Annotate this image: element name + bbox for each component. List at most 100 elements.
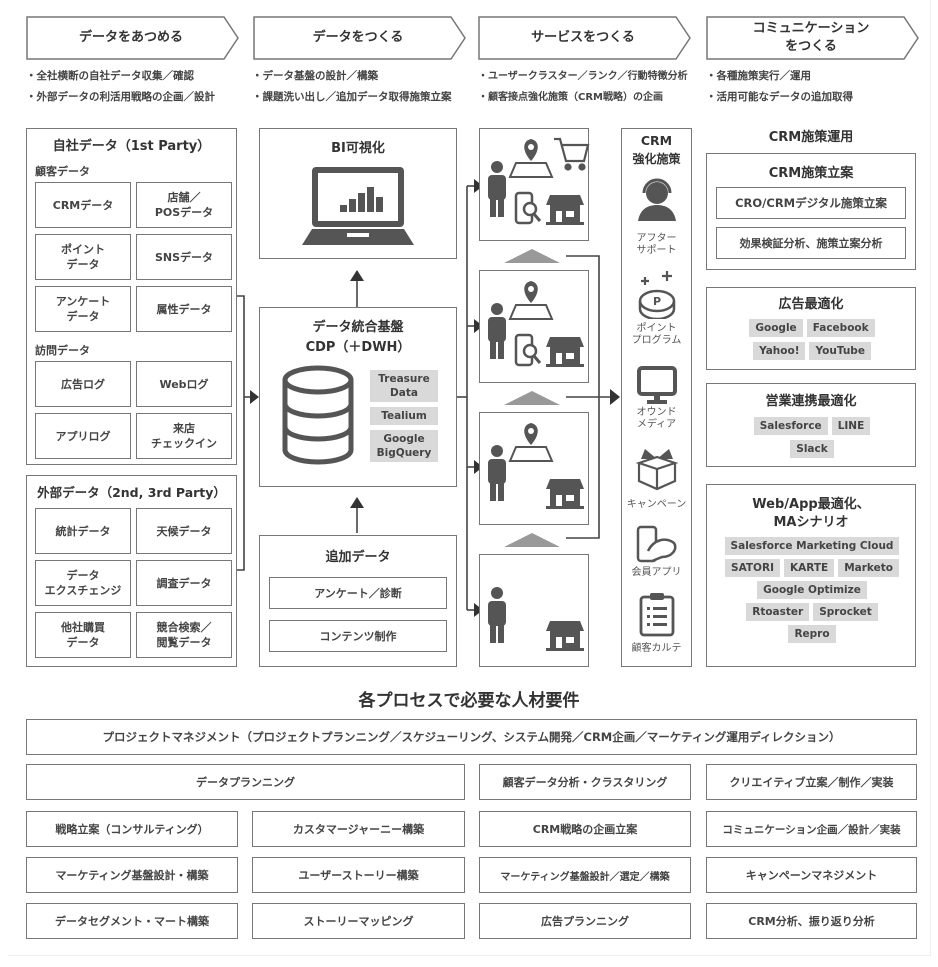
- gift-icon: [635, 449, 679, 491]
- upgrade-triangle: [504, 533, 560, 547]
- requirement-cell: マーケティング基盤設計／選定／構築: [479, 857, 691, 893]
- panel-title: BI可視化: [331, 141, 385, 156]
- additional-data-panel: 追加データ アンケート／診断 コンテンツ制作: [259, 535, 457, 667]
- sales-tags: Salesforce LINE Slack: [717, 414, 907, 460]
- planning-item: CRO/CRMデジタル施策立案: [716, 187, 906, 219]
- data-source-cell: データ エクスチェンジ: [35, 560, 131, 606]
- requirement-project-management: プロジェクトマネジメント（プロジェクトプランニング／スケジューリング、システム開…: [26, 719, 917, 755]
- panel-subtitle: 強化施策: [632, 152, 681, 166]
- sales-optimization-panel: 営業連携最適化 Salesforce LINE Slack: [706, 383, 916, 467]
- service-icons: [488, 587, 584, 651]
- requirement-cell: CRM分析、振り返り分析: [706, 903, 917, 939]
- cart-icon: [554, 137, 590, 171]
- requirement-cell: CRM戦略の企画立案: [479, 811, 691, 847]
- requirement-cell: データセグメント・マート構築: [26, 903, 238, 939]
- crm-initiatives-panel: CRM 強化施策 アフター サポート P ポイント プログラム オウンド メディ…: [621, 128, 692, 667]
- requirements-title: 各プロセスで必要な人材要件: [358, 691, 580, 711]
- data-source-cell: 他社購買 データ: [35, 612, 131, 658]
- platform-tag: Salesforce: [753, 417, 828, 435]
- tool-tag: Tealium: [370, 407, 438, 425]
- data-source-cell: SNSデータ: [136, 234, 232, 280]
- ad-optimization-panel: 広告最適化 Google Facebook Yahoo! YouTube: [706, 287, 916, 370]
- platform-tag: Rtoaster: [746, 603, 810, 621]
- crm-item-label: アフター サポート: [636, 233, 677, 256]
- service-stage-1: [479, 554, 589, 667]
- store-icon: [546, 621, 584, 651]
- requirement-cell: 顧客データ分析・クラスタリング: [479, 764, 691, 800]
- member-app-icon: [636, 525, 677, 563]
- monitor-icon: [637, 366, 677, 404]
- data-source-cell: 競合検索／ 閲覧データ: [136, 612, 232, 658]
- web-app-optimization-panel: Web/App最適化、 MAシナリオ Salesforce Marketing …: [706, 484, 916, 667]
- planning-item: 効果検証分析、施策立案分析: [716, 227, 906, 259]
- requirement-cell: マーケティング基盤設計・構築: [26, 857, 238, 893]
- data-source-cell: ポイント データ: [35, 234, 131, 280]
- requirement-cell: 広告プランニング: [479, 903, 691, 939]
- store-icon: [546, 479, 584, 509]
- data-source-cell: 広告ログ: [35, 361, 131, 407]
- requirement-cell: 戦略立案（コンサルティング）: [26, 811, 238, 847]
- data-source-cell: CRMデータ: [35, 182, 131, 228]
- store-icon: [546, 337, 584, 367]
- external-data-panel: 外部データ（2nd, 3rd Party） 統計データ 天候データ データ エク…: [26, 475, 237, 667]
- requirement-cell: コミュニケーション企画／設計／実装: [706, 811, 917, 847]
- service-icons: [488, 423, 584, 509]
- platform-tag: Marketo: [838, 559, 899, 577]
- panel-title: データ統合基盤: [312, 320, 404, 335]
- panel-subtitle: MAシナリオ: [773, 515, 849, 530]
- service-stage-4: [479, 128, 590, 241]
- data-source-cell: 来店 チェックイン: [136, 413, 232, 459]
- crm-item-label: 顧客カルテ: [631, 643, 682, 654]
- platform-tag: LINE: [831, 417, 871, 435]
- panel-title: 営業連携最適化: [765, 394, 857, 409]
- crm-item-label: キャンペーン: [626, 499, 687, 510]
- panel-subtitle: CDP（＋DWH）: [305, 340, 411, 355]
- ad-tags: Google Facebook Yahoo! YouTube: [717, 316, 907, 362]
- person-icon: [488, 445, 506, 501]
- platform-tag: SATORI: [725, 559, 780, 577]
- additional-item: コンテンツ制作: [269, 620, 447, 652]
- panel-title: 外部データ（2nd, 3rd Party）: [37, 485, 226, 500]
- group-label-visit: 訪問データ: [35, 344, 90, 357]
- crm-item-label: オウンド メディア: [636, 407, 677, 430]
- cdp-panel: データ統合基盤 CDP（＋DWH） Treasure Data Tealium …: [259, 307, 457, 487]
- arrowhead: [250, 390, 259, 404]
- upgrade-triangle: [504, 391, 560, 405]
- group-label-customer: 顧客データ: [35, 165, 90, 178]
- phone-search-icon: [514, 191, 542, 225]
- arrowhead: [350, 270, 364, 281]
- crm-planning-panel: CRM施策立案 CRO/CRMデジタル施策立案 効果検証分析、施策立案分析: [706, 153, 916, 270]
- point-coin-icon: P: [638, 271, 676, 319]
- platform-tag: Facebook: [806, 319, 875, 337]
- panel-title: 追加データ: [325, 550, 391, 565]
- panel-title: Web/App最適化、: [752, 497, 870, 512]
- data-source-cell: 店舗／ POSデータ: [136, 182, 232, 228]
- clipboard-icon: [639, 593, 675, 637]
- requirement-cell: データプランニング: [26, 764, 465, 800]
- person-icon: [488, 161, 506, 217]
- laptop-chart-icon: [302, 167, 414, 245]
- map-pin-icon: [508, 423, 554, 462]
- tool-tag: Treasure Data: [370, 370, 438, 402]
- cdp-tools: Treasure Data Tealium Google BigQuery: [370, 370, 438, 462]
- headset-icon: [638, 178, 676, 221]
- platform-tag: Google Optimize: [757, 581, 867, 599]
- map-pin-icon: [508, 281, 554, 320]
- requirement-cell: ユーザーストーリー構築: [252, 857, 465, 893]
- service-icons: [488, 281, 584, 367]
- platform-tag: Repro: [788, 625, 836, 643]
- first-party-data-panel: 自社データ（1st Party） 顧客データ CRMデータ 店舗／ POSデータ…: [26, 128, 237, 465]
- data-source-cell: 属性データ: [136, 286, 232, 332]
- platform-tag: Salesforce Marketing Cloud: [724, 537, 900, 555]
- service-icons: [488, 137, 590, 225]
- platform-tag: Google: [749, 319, 803, 337]
- svg-text:P: P: [653, 295, 661, 308]
- panel-title: CRM施策立案: [768, 166, 854, 181]
- store-icon: [546, 195, 584, 225]
- panel-title: 自社データ（1st Party）: [52, 139, 211, 154]
- panel-title: 広告最適化: [778, 297, 844, 312]
- platform-tag: Yahoo!: [753, 342, 806, 360]
- platform-tag: Slack: [790, 440, 834, 458]
- tool-tag: Google BigQuery: [370, 430, 438, 462]
- upgrade-triangle: [504, 249, 560, 263]
